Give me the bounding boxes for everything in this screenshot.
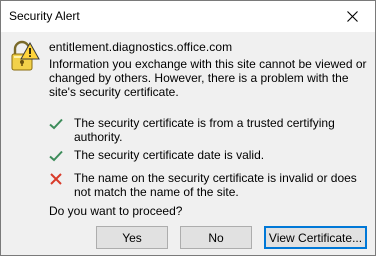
close-button[interactable] [329,1,375,32]
check-text: The name on the security certificate is … [74,171,357,199]
security-lock-warning-icon [11,40,40,71]
close-icon [346,11,358,22]
view-certificate-button[interactable]: View Certificate... [264,226,367,249]
proceed-question: Do you want to proceed? [49,204,183,218]
info-text: Information you exchange with this site … [49,57,367,99]
red-x-icon [50,173,62,185]
green-checkmark-icon [49,118,63,130]
green-checkmark-icon [49,150,63,162]
yes-button[interactable]: Yes [96,226,168,249]
title-bar: Security Alert [1,1,375,32]
security-alert-dialog: Security Alert entitlement.diagnostics.o… [0,0,376,256]
dialog-title: Security Alert [9,9,80,23]
no-button[interactable]: No [180,226,252,249]
site-hostname: entitlement.diagnostics.office.com [49,40,233,54]
check-text: The security certificate date is valid. [74,148,265,162]
check-text: The security certificate is from a trust… [74,116,335,144]
